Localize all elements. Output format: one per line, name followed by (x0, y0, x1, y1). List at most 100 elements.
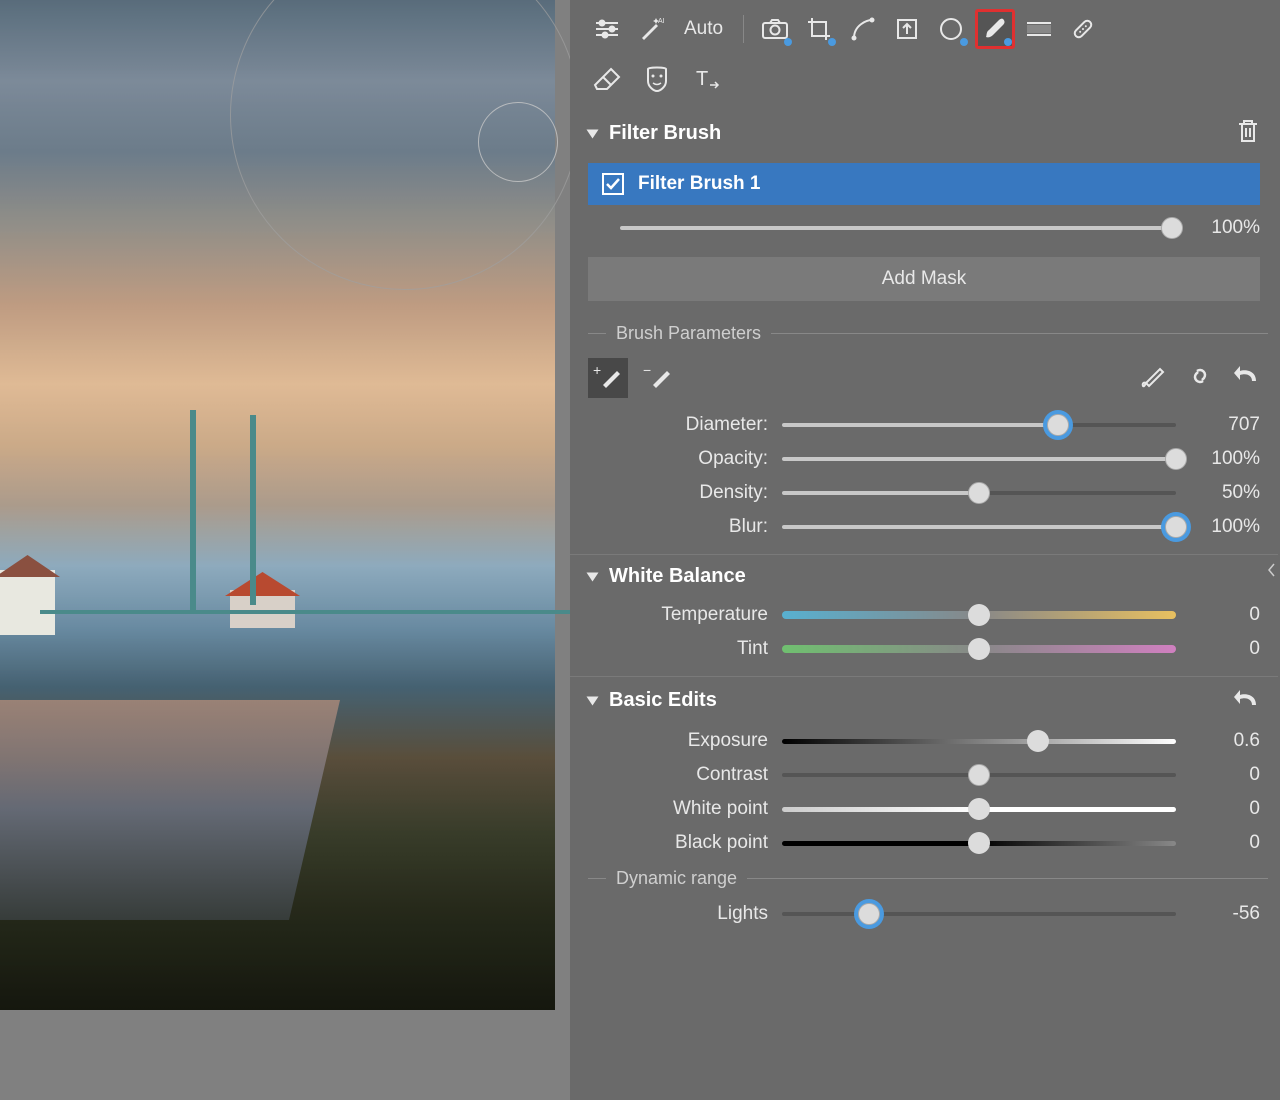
black-point-row: Black point 0 (570, 826, 1278, 860)
brush-cursor-inner (478, 102, 558, 182)
add-mask-label: Add Mask (882, 268, 966, 290)
temperature-label: Temperature (588, 604, 768, 626)
filter-brush-header[interactable]: Filter Brush (570, 108, 1278, 159)
tint-slider[interactable] (782, 645, 1176, 653)
collapse-icon (587, 572, 599, 581)
layer-visibility-checkbox[interactable] (602, 173, 624, 195)
reset-icon[interactable] (1232, 687, 1260, 714)
black-point-value[interactable]: 0 (1190, 832, 1260, 854)
tint-label: Tint (588, 638, 768, 660)
exposure-row: Exposure 0.6 (570, 724, 1278, 758)
white-point-value[interactable]: 0 (1190, 798, 1260, 820)
contrast-label: Contrast (588, 764, 768, 786)
auto-button[interactable]: Auto (676, 10, 731, 48)
diameter-row: Diameter: 707 (570, 408, 1278, 442)
temperature-value[interactable]: 0 (1190, 604, 1260, 626)
exposure-slider[interactable] (782, 739, 1176, 744)
layer-opacity-row: 100% (570, 205, 1278, 257)
density-value[interactable]: 50% (1190, 482, 1260, 504)
basic-edits-title: Basic Edits (609, 689, 717, 712)
layer-opacity-slider[interactable] (620, 226, 1172, 230)
white-point-label: White point (588, 798, 768, 820)
density-slider[interactable] (782, 491, 1176, 495)
density-row: Density: 50% (570, 476, 1278, 510)
svg-text:AI: AI (658, 18, 664, 25)
brush-tool-icon[interactable] (976, 10, 1014, 48)
blur-value[interactable]: 100% (1190, 516, 1260, 538)
dynamic-range-label: Dynamic range (570, 860, 1278, 897)
undo-icon[interactable] (1232, 363, 1260, 394)
contrast-slider[interactable] (782, 773, 1176, 777)
blur-slider[interactable] (782, 525, 1176, 529)
diameter-value[interactable]: 707 (1190, 414, 1260, 436)
photo-bridge (40, 490, 570, 630)
opacity-row: Opacity: 100% (570, 442, 1278, 476)
opacity-slider[interactable] (782, 457, 1176, 461)
panel-expand-handle[interactable] (1266, 550, 1278, 590)
lights-slider[interactable] (782, 912, 1176, 916)
blur-row: Blur: 100% (570, 510, 1278, 544)
layer-name-label: Filter Brush 1 (638, 173, 760, 195)
heal-icon[interactable] (1064, 10, 1102, 48)
blur-label: Blur: (588, 516, 768, 538)
density-label: Density: (588, 482, 768, 504)
svg-text:+: + (593, 365, 601, 378)
contrast-value[interactable]: 0 (1190, 764, 1260, 786)
brush-mode-row: + − (570, 352, 1278, 408)
filter-brush-title: Filter Brush (609, 122, 721, 145)
exposure-value[interactable]: 0.6 (1190, 730, 1260, 752)
tint-value[interactable]: 0 (1190, 638, 1260, 660)
magic-wand-icon[interactable]: AI (632, 10, 670, 48)
top-toolbar: AI Auto (570, 0, 1280, 54)
filter-brush-layer[interactable]: Filter Brush 1 (588, 163, 1260, 205)
brush-preset-icon[interactable] (1140, 363, 1168, 394)
image-canvas[interactable] (0, 0, 570, 1100)
contrast-row: Contrast 0 (570, 758, 1278, 792)
collapse-icon (587, 696, 599, 705)
eraser-icon[interactable] (588, 60, 626, 98)
secondary-toolbar: T (570, 54, 1280, 108)
svg-text:−: − (643, 365, 651, 378)
link-icon[interactable] (1186, 363, 1214, 394)
photo-river (0, 700, 340, 920)
black-point-label: Black point (588, 832, 768, 854)
sliders-icon[interactable] (588, 10, 626, 48)
side-panel: AI Auto (570, 0, 1280, 1100)
white-point-row: White point 0 (570, 792, 1278, 826)
diameter-slider[interactable] (782, 423, 1176, 427)
lights-label: Lights (588, 903, 768, 925)
add-mask-button[interactable]: Add Mask (588, 257, 1260, 301)
mask-face-icon[interactable] (638, 60, 676, 98)
upload-icon[interactable] (888, 10, 926, 48)
exposure-label: Exposure (588, 730, 768, 752)
svg-text:T: T (696, 68, 708, 90)
white-balance-section: White Balance Temperature 0 Tint 0 (570, 555, 1278, 666)
delete-icon[interactable] (1236, 118, 1260, 149)
temperature-slider[interactable] (782, 611, 1176, 619)
lights-row: Lights -56 (570, 897, 1278, 931)
camera-icon[interactable] (756, 10, 794, 48)
basic-edits-section: Basic Edits Exposure 0.6 Contrast 0 Whit… (570, 677, 1278, 931)
white-balance-title: White Balance (609, 565, 746, 588)
basic-edits-header[interactable]: Basic Edits (570, 677, 1278, 724)
tint-row: Tint 0 (570, 632, 1278, 666)
filter-brush-section: Filter Brush Filter Brush 1 100% (570, 108, 1278, 544)
black-point-slider[interactable] (782, 841, 1176, 846)
panel-scroll[interactable]: Filter Brush Filter Brush 1 100% (570, 108, 1280, 1100)
curve-icon[interactable] (844, 10, 882, 48)
toolbar-divider (743, 15, 744, 43)
radial-icon[interactable] (932, 10, 970, 48)
text-tool-icon[interactable]: T (688, 60, 726, 98)
opacity-value[interactable]: 100% (1190, 448, 1260, 470)
opacity-label: Opacity: (588, 448, 768, 470)
white-balance-header[interactable]: White Balance (570, 555, 1278, 598)
brush-params-label: Brush Parameters (570, 315, 1278, 352)
temperature-row: Temperature 0 (570, 598, 1278, 632)
white-point-slider[interactable] (782, 807, 1176, 812)
brush-add-icon[interactable]: + (588, 358, 628, 398)
gradient-icon[interactable] (1020, 10, 1058, 48)
brush-subtract-icon[interactable]: − (638, 358, 678, 398)
lights-value[interactable]: -56 (1190, 903, 1260, 925)
diameter-label: Diameter: (588, 414, 768, 436)
crop-icon[interactable] (800, 10, 838, 48)
